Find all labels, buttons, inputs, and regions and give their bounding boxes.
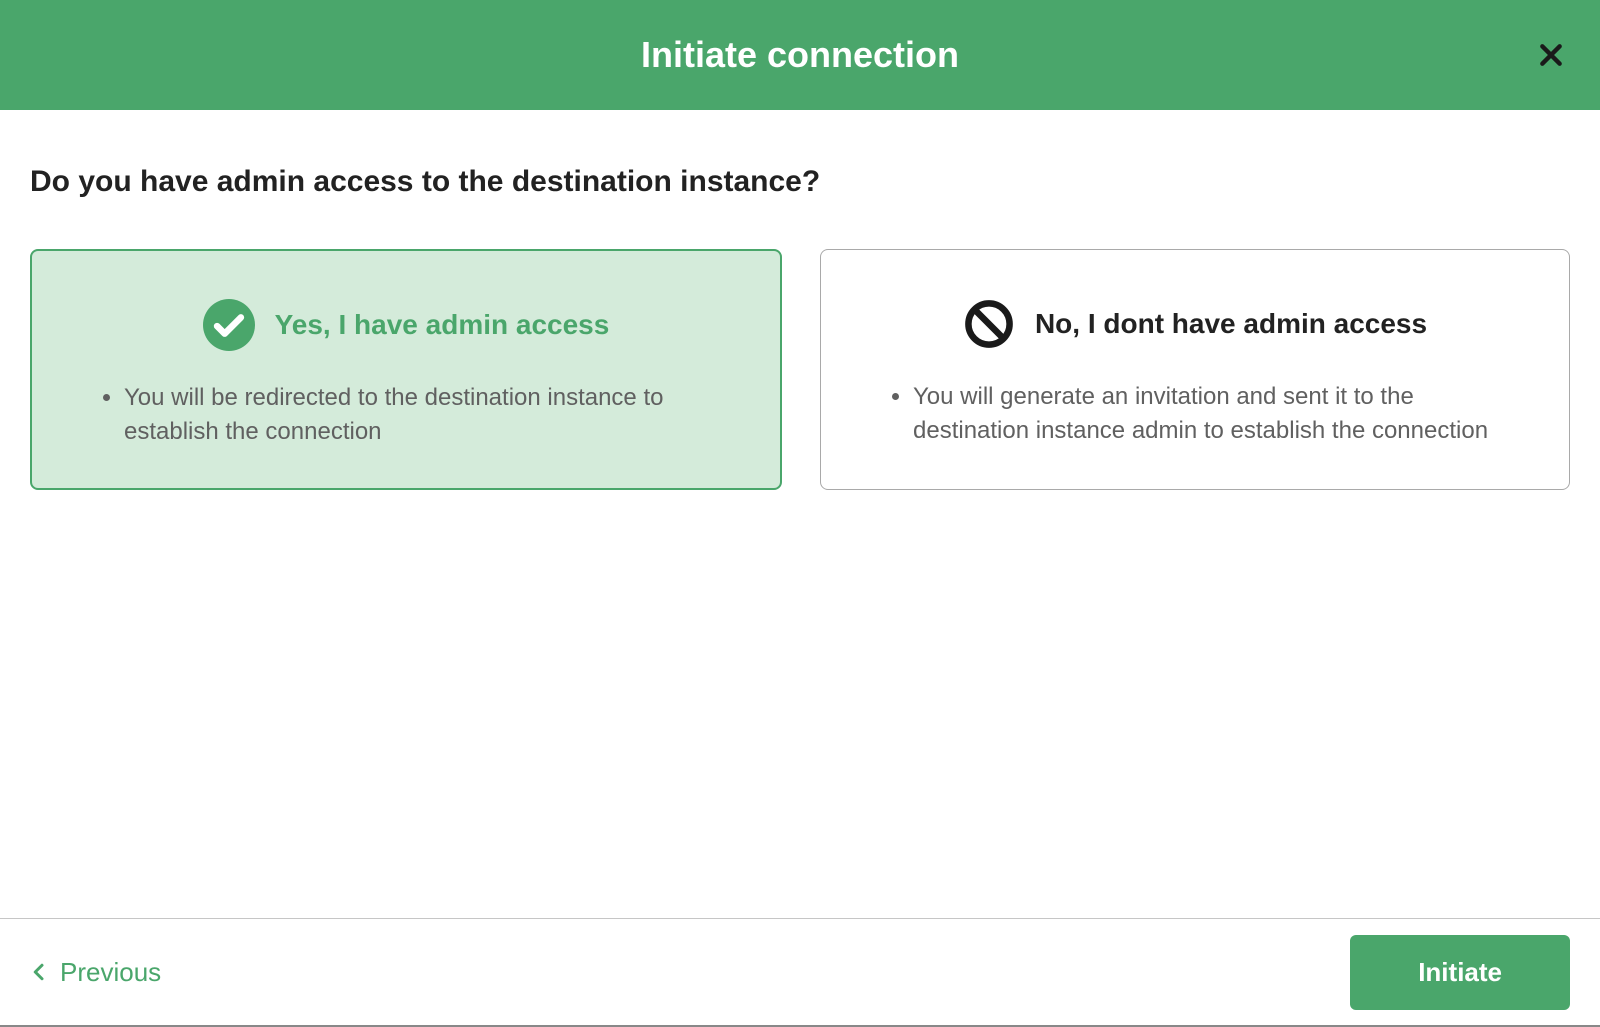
option-card-no-head: No, I dont have admin access bbox=[867, 298, 1523, 350]
option-no-title: No, I dont have admin access bbox=[1035, 308, 1427, 340]
option-no-bullet: You will generate an invitation and sent… bbox=[913, 380, 1523, 447]
chevron-left-icon bbox=[30, 959, 48, 985]
dialog-footer: Previous Initiate bbox=[0, 919, 1600, 1027]
option-card-no[interactable]: No, I dont have admin access You will ge… bbox=[820, 249, 1570, 490]
initiate-button[interactable]: Initiate bbox=[1350, 935, 1570, 1010]
previous-label: Previous bbox=[60, 957, 161, 988]
close-icon bbox=[1538, 42, 1564, 68]
option-cards: Yes, I have admin access You will be red… bbox=[30, 249, 1570, 490]
dialog-content: Do you have admin access to the destinat… bbox=[0, 110, 1600, 919]
prohibited-icon bbox=[963, 298, 1015, 350]
dialog-header: Initiate connection bbox=[0, 0, 1600, 110]
option-card-yes[interactable]: Yes, I have admin access You will be red… bbox=[30, 249, 782, 490]
close-button[interactable] bbox=[1532, 36, 1570, 74]
option-yes-title: Yes, I have admin access bbox=[275, 309, 610, 341]
dialog-title: Initiate connection bbox=[641, 34, 959, 76]
option-card-yes-head: Yes, I have admin access bbox=[78, 299, 734, 351]
previous-button[interactable]: Previous bbox=[30, 951, 161, 994]
check-circle-icon bbox=[203, 299, 255, 351]
option-yes-bullet: You will be redirected to the destinatio… bbox=[124, 381, 734, 448]
admin-access-question: Do you have admin access to the destinat… bbox=[30, 165, 1570, 199]
